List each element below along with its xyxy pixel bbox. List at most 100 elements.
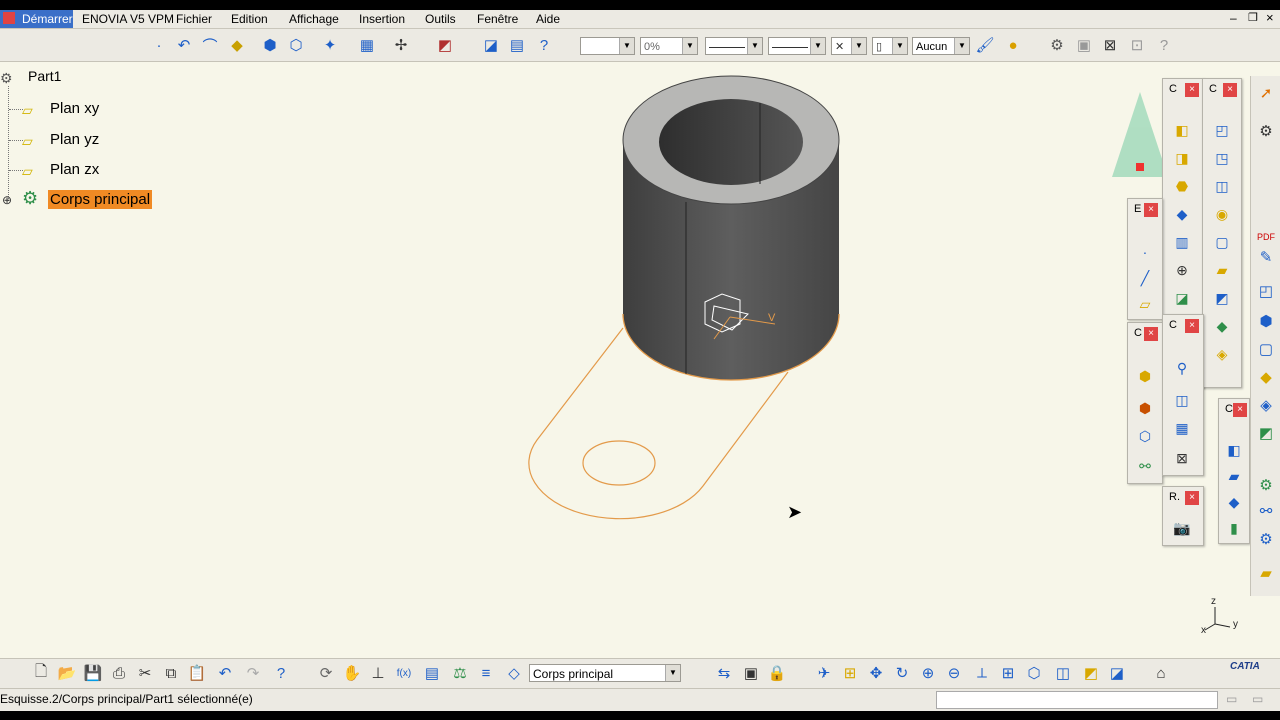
transparency-combo[interactable]: 0% ▼ bbox=[640, 37, 698, 55]
groove-icon[interactable]: ◆ bbox=[1171, 203, 1193, 225]
intersect-icon[interactable]: ⊠ bbox=[1171, 447, 1193, 469]
part-icon[interactable]: ⚙ bbox=[0, 70, 20, 88]
new-file-icon[interactable]: 🗋 bbox=[30, 662, 52, 684]
pad-workbench-icon[interactable]: ◰ bbox=[1255, 280, 1277, 302]
options-icon[interactable]: ⚙ bbox=[1255, 120, 1277, 142]
copy-icon[interactable]: ⧉ bbox=[160, 662, 182, 684]
shaft-icon[interactable]: ⬣ bbox=[1171, 175, 1193, 197]
material-icon[interactable]: ◩ bbox=[434, 34, 456, 56]
line-type-combo[interactable]: ▼ bbox=[768, 37, 826, 55]
menu-affichage[interactable]: Affichage bbox=[289, 12, 339, 26]
close-icon[interactable]: × bbox=[1185, 83, 1199, 97]
split-icon[interactable]: ◈ bbox=[1211, 343, 1233, 365]
disabled-tool-icon[interactable]: ▣ bbox=[1073, 34, 1095, 56]
menu-enovia[interactable]: ENOVIA V5 VPM bbox=[82, 12, 174, 26]
multi-view-icon[interactable]: ⊞ bbox=[997, 662, 1019, 684]
kinematics-icon[interactable]: ⚙ bbox=[1255, 474, 1277, 496]
rect-pattern-icon[interactable]: ▦ bbox=[1171, 417, 1193, 439]
disabled-tool-2-icon[interactable]: ⊡ bbox=[1126, 34, 1148, 56]
swap-visible-icon[interactable]: ◪ bbox=[1106, 662, 1128, 684]
list-icon[interactable]: ≡ bbox=[475, 662, 497, 684]
view-normal-icon[interactable]: ⬢ bbox=[259, 34, 281, 56]
close-surface-icon[interactable]: ◆ bbox=[1223, 491, 1245, 513]
body-gear-icon[interactable]: ⚙ bbox=[22, 188, 38, 209]
catalog-icon[interactable]: ▤ bbox=[421, 662, 443, 684]
menu-fenetre[interactable]: Fenêtre bbox=[477, 12, 518, 26]
drafting-icon[interactable]: ⬢ bbox=[1255, 310, 1277, 332]
thread-icon[interactable]: ▰ bbox=[1211, 259, 1233, 281]
surface-icon[interactable]: ⌒ bbox=[199, 34, 221, 56]
pad-icon[interactable]: ◧ bbox=[1171, 119, 1193, 141]
start-menu[interactable]: Démarrer bbox=[0, 10, 73, 28]
hand-pan-icon[interactable]: ✋ bbox=[341, 662, 363, 684]
help-query-icon[interactable]: ? bbox=[533, 34, 555, 56]
snap-icon[interactable]: ✢ bbox=[390, 34, 412, 56]
remove-face-icon[interactable]: ◩ bbox=[1211, 287, 1233, 309]
slot-icon[interactable]: ◪ bbox=[1171, 287, 1193, 309]
formula-icon[interactable]: f(x) bbox=[393, 662, 415, 684]
hide-show-icon[interactable]: ◩ bbox=[1080, 662, 1102, 684]
add-icon[interactable]: ◫ bbox=[1171, 389, 1193, 411]
swap-icon[interactable]: ⇆ bbox=[713, 662, 735, 684]
close-icon[interactable]: × bbox=[1185, 491, 1199, 505]
menu-outils[interactable]: Outils bbox=[425, 12, 456, 26]
layer-combo[interactable]: Aucun ▼ bbox=[912, 37, 970, 55]
rib-icon[interactable]: ⊕ bbox=[1171, 259, 1193, 281]
tree-plan-zx[interactable]: Plan zx bbox=[50, 161, 99, 178]
pocket-icon[interactable]: ◨ bbox=[1171, 147, 1193, 169]
knowledge-icon[interactable]: ⊠ bbox=[1099, 34, 1121, 56]
3d-viewport[interactable]: V z x y ⚙ Part1 ▱ Plan xy ▱ Plan yz ▱ Pl… bbox=[0, 62, 1280, 658]
fit-all-icon[interactable]: ⊞ bbox=[839, 662, 861, 684]
analysis-icon[interactable]: ⚙ bbox=[1046, 34, 1068, 56]
zoom-out-icon[interactable]: ⊖ bbox=[943, 662, 965, 684]
shell-icon[interactable]: ◉ bbox=[1211, 203, 1233, 225]
draft-icon[interactable]: ◫ bbox=[1211, 175, 1233, 197]
ref-plane-icon[interactable]: ▱ bbox=[1134, 293, 1156, 315]
sew-surface-icon[interactable]: ▮ bbox=[1223, 517, 1245, 539]
sketcher-icon[interactable]: ✎ bbox=[1255, 246, 1277, 268]
restore-icon[interactable]: ❐ bbox=[1248, 11, 1258, 24]
menu-insertion[interactable]: Insertion bbox=[359, 12, 405, 26]
close-icon[interactable]: × bbox=[1223, 83, 1237, 97]
update-icon[interactable]: ⟳ bbox=[315, 662, 337, 684]
ref-line-icon[interactable]: ╱ bbox=[1134, 267, 1156, 289]
part-design-icon[interactable]: ▣ bbox=[740, 662, 762, 684]
tree-root-part[interactable]: Part1 bbox=[28, 68, 61, 84]
cut-icon[interactable]: ✂ bbox=[134, 662, 156, 684]
zoom-in-icon[interactable]: ⊕ bbox=[917, 662, 939, 684]
color-combo[interactable]: ▼ bbox=[580, 37, 635, 55]
tree-corps-principal[interactable]: Corps principal bbox=[48, 190, 153, 209]
pan-icon[interactable]: ✥ bbox=[865, 662, 887, 684]
layers-icon[interactable]: ▰ bbox=[1255, 562, 1277, 584]
status-icon-2[interactable]: ▭ bbox=[1252, 692, 1263, 706]
sketch-icon[interactable]: ◪ bbox=[480, 34, 502, 56]
scaling-icon[interactable]: ⚯ bbox=[1134, 455, 1156, 477]
plane-yz-icon[interactable]: ▱ bbox=[22, 133, 33, 150]
work-object-combo[interactable]: Corps principal ▼ bbox=[529, 664, 681, 682]
analysis-workbench-icon[interactable]: ⚯ bbox=[1255, 500, 1277, 522]
normal-view-icon[interactable]: ⟂ bbox=[971, 662, 993, 684]
open-file-icon[interactable]: 📂 bbox=[56, 662, 78, 684]
measure-icon[interactable]: ⚖ bbox=[449, 662, 471, 684]
menu-start[interactable]: Démarrer bbox=[22, 12, 73, 26]
sheet-icon[interactable]: ▢ bbox=[1255, 338, 1277, 360]
view-iso-icon[interactable]: ⬡ bbox=[285, 34, 307, 56]
fly-mode-icon[interactable]: ✈ bbox=[813, 662, 835, 684]
split-surface-icon[interactable]: ◧ bbox=[1223, 439, 1245, 461]
iso-view-icon[interactable]: ⬡ bbox=[1023, 662, 1045, 684]
redo-icon[interactable]: ↷ bbox=[242, 662, 264, 684]
select-arrow-icon[interactable]: ➚ bbox=[1255, 82, 1277, 104]
lock-icon[interactable]: 🔒 bbox=[766, 662, 788, 684]
thickness-icon[interactable]: ▢ bbox=[1211, 231, 1233, 253]
point-symbol-combo[interactable]: ✕ ▼ bbox=[831, 37, 867, 55]
command-input[interactable] bbox=[936, 691, 1218, 709]
tree-plan-yz[interactable]: Plan yz bbox=[50, 131, 99, 148]
print-icon[interactable]: ⎙ bbox=[108, 662, 130, 684]
paste-icon[interactable]: 📋 bbox=[186, 662, 208, 684]
curve-icon[interactable]: ↶ bbox=[173, 34, 195, 56]
plane-icon[interactable]: ◆ bbox=[226, 34, 248, 56]
menu-edition[interactable]: Edition bbox=[231, 12, 268, 26]
point-icon[interactable]: · bbox=[148, 34, 170, 56]
tools-palette-icon[interactable]: ⌂ bbox=[1150, 662, 1172, 684]
chamfer-icon[interactable]: ◳ bbox=[1211, 147, 1233, 169]
